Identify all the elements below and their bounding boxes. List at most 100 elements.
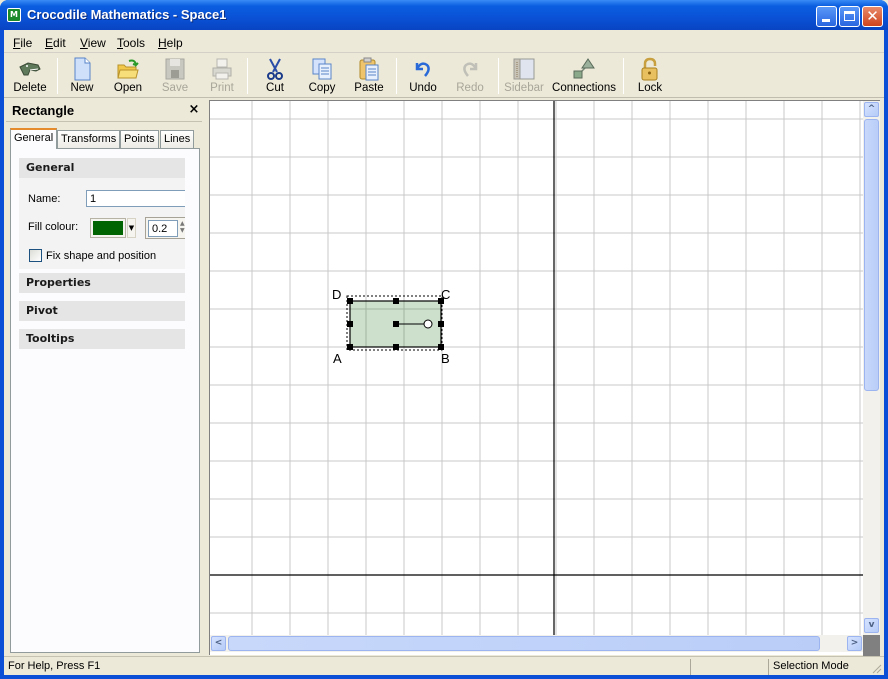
handle-top[interactable] <box>393 298 399 304</box>
redo-button[interactable]: Redo <box>451 56 489 96</box>
name-input[interactable] <box>86 190 185 207</box>
toolbar-label: Redo <box>456 82 484 94</box>
vertex-label-a: A <box>333 351 342 366</box>
toolbar-label: Undo <box>409 82 437 94</box>
tab-lines[interactable]: Lines <box>160 130 195 148</box>
chevron-down-icon: v <box>868 620 875 630</box>
status-mode: Selection Mode <box>768 659 884 675</box>
tab-general[interactable]: General <box>10 128 58 149</box>
menu-tools[interactable]: Tools <box>117 36 145 50</box>
menu-bar: File Edit View Tools Help <box>4 30 884 53</box>
undo-button[interactable]: Undo <box>404 56 442 96</box>
menu-label: iew <box>87 36 106 50</box>
toolbar-label: Sidebar <box>504 82 544 94</box>
connections-button[interactable]: Connections <box>552 56 616 96</box>
toolbar-label: Print <box>210 82 234 94</box>
section-header-properties[interactable]: Properties <box>19 273 185 293</box>
menu-label: dit <box>53 36 66 50</box>
horizontal-scroll-thumb[interactable] <box>228 636 820 651</box>
opacity-spin-buttons[interactable]: ▲ ▼ <box>180 220 186 237</box>
handle-right[interactable] <box>438 321 444 327</box>
handle-bottom[interactable] <box>393 344 399 350</box>
scroll-up-button[interactable]: ^ <box>864 102 879 117</box>
close-button[interactable]: ✕ <box>862 6 883 27</box>
print-button[interactable]: Print <box>203 56 241 96</box>
open-folder-icon <box>117 59 139 79</box>
section-header-general[interactable]: General <box>19 158 185 178</box>
toolbar-separator <box>396 58 397 94</box>
close-icon: ✕ <box>866 7 879 25</box>
title-bar[interactable]: M Crocodile Mathematics - Space1 ✕ <box>0 0 888 30</box>
open-button[interactable]: Open <box>108 56 148 96</box>
vertex-label-d: D <box>332 287 341 302</box>
lock-button[interactable]: Lock <box>631 56 669 96</box>
scissors-icon <box>267 58 283 80</box>
sidebar-button[interactable]: Sidebar <box>504 56 544 96</box>
menu-help[interactable]: Help <box>158 36 183 50</box>
general-tab-panel: General Name: Fill colour: ▼ ▲▼ Fix shap… <box>10 148 200 653</box>
handle-b[interactable] <box>438 344 444 350</box>
scroll-right-button[interactable]: > <box>847 636 862 651</box>
client-area: File Edit View Tools Help Delete New Ope… <box>4 30 884 675</box>
window-title: Crocodile Mathematics - Space1 <box>27 7 227 22</box>
crocodile-icon <box>19 62 41 76</box>
opacity-spinner: ▲▼ <box>145 217 185 239</box>
padlock-icon <box>641 57 658 81</box>
scroll-corner <box>863 635 880 656</box>
menu-view[interactable]: View <box>80 36 106 50</box>
section-header-pivot[interactable]: Pivot <box>19 301 185 321</box>
vertical-scroll-thumb[interactable] <box>864 119 879 391</box>
menu-accel: V <box>80 36 88 50</box>
menu-file[interactable]: File <box>13 36 32 50</box>
toolbar: Delete New Open Save Print Cut Copy Past… <box>4 54 884 98</box>
save-button[interactable]: Save <box>156 56 194 96</box>
menu-label: ools <box>123 36 146 50</box>
toolbar-separator <box>623 58 624 94</box>
tab-points[interactable]: Points <box>120 130 159 148</box>
paste-button[interactable]: Paste <box>350 56 388 96</box>
rectangle-shape[interactable]: A B C D <box>332 287 450 366</box>
menu-edit[interactable]: Edit <box>45 36 66 50</box>
drawing-canvas[interactable]: A B C D ^ v < > <box>209 100 880 656</box>
handle-a[interactable] <box>347 344 353 350</box>
cut-button[interactable]: Cut <box>256 56 294 96</box>
undo-arrow-icon <box>415 62 430 77</box>
app-window: M Crocodile Mathematics - Space1 ✕ File … <box>0 0 888 679</box>
handle-d[interactable] <box>347 298 353 304</box>
toolbar-label: Save <box>161 82 189 94</box>
minimize-button[interactable] <box>816 6 837 27</box>
scroll-left-button[interactable]: < <box>211 636 226 651</box>
copy-button[interactable]: Copy <box>303 56 341 96</box>
chevron-up-icon: ^ <box>867 104 876 114</box>
rotation-handle[interactable] <box>423 319 433 329</box>
resize-grip-icon[interactable] <box>870 662 882 674</box>
name-label: Name: <box>28 193 61 205</box>
chevron-right-icon: > <box>850 638 859 648</box>
tooltips-section: Tooltips <box>19 329 185 349</box>
fill-colour-label: Fill colour: <box>28 221 79 233</box>
copy-icon <box>312 58 332 80</box>
properties-sidebar: Rectangle × General Transforms Points Li… <box>4 100 203 655</box>
delete-button[interactable]: Delete <box>8 56 52 96</box>
redo-arrow-icon <box>463 62 478 77</box>
grid-canvas[interactable]: A B C D <box>210 101 863 635</box>
fill-colour-dropdown[interactable]: ▼ <box>127 218 136 238</box>
sidebar-close-button[interactable]: × <box>186 102 202 117</box>
new-document-icon <box>74 57 91 81</box>
pivot-section: Pivot <box>19 301 185 321</box>
new-button[interactable]: New <box>63 56 101 96</box>
opacity-input[interactable] <box>148 220 178 237</box>
horizontal-scrollbar[interactable]: < > <box>210 635 863 652</box>
fix-shape-checkbox[interactable] <box>29 249 42 262</box>
maximize-button[interactable] <box>839 6 860 27</box>
status-bar: For Help, Press F1 Selection Mode <box>4 656 884 675</box>
scroll-down-button[interactable]: v <box>864 618 879 633</box>
handle-center[interactable] <box>393 321 399 327</box>
vertical-scrollbar[interactable]: ^ v <box>863 101 880 635</box>
handle-left[interactable] <box>347 321 353 327</box>
save-disk-icon <box>165 58 185 80</box>
vertex-label-c: C <box>441 287 450 302</box>
tab-transforms[interactable]: Transforms <box>57 130 121 148</box>
fill-colour-button[interactable] <box>90 218 126 238</box>
section-header-tooltips[interactable]: Tooltips <box>19 329 185 349</box>
